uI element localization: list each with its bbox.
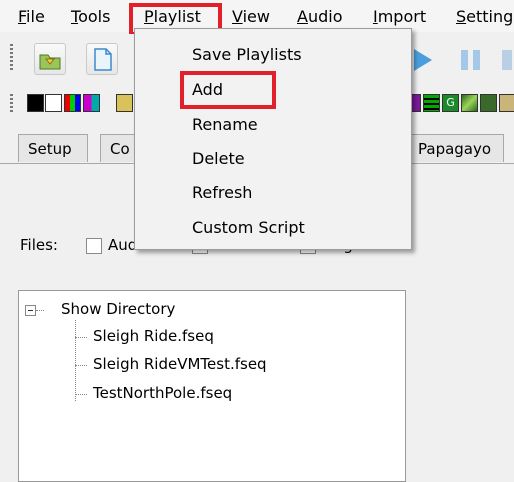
menu-view[interactable]: View — [232, 7, 270, 26]
new-document-icon — [94, 48, 112, 71]
folder-icon — [39, 54, 61, 70]
color-black-swatch[interactable] — [27, 94, 44, 112]
menu-item-delete[interactable]: Delete — [192, 149, 245, 168]
tab-papagayo[interactable]: Papagayo — [408, 134, 504, 162]
tree-item[interactable]: Sleigh RideVMTest.fseq — [93, 355, 267, 373]
tree-connector — [36, 310, 44, 311]
tree-connector — [75, 365, 87, 366]
next-icon[interactable] — [500, 50, 514, 70]
effect-bars-swatch[interactable] — [423, 94, 440, 112]
tree-connector — [75, 337, 87, 338]
tree-root[interactable]: Show Directory — [61, 300, 175, 318]
tree-connector — [75, 394, 87, 395]
menu-item-refresh[interactable]: Refresh — [192, 183, 252, 202]
color-white-swatch[interactable] — [45, 94, 62, 112]
menu-item-custom-script[interactable]: Custom Script — [192, 218, 305, 237]
effect-tan-swatch[interactable] — [499, 94, 514, 112]
open-folder-button[interactable] — [34, 43, 66, 75]
files-label: Files: — [20, 236, 58, 254]
menu-file[interactable]: File — [18, 7, 45, 26]
tree-item[interactable]: TestNorthPole.fseq — [93, 384, 232, 402]
menu-item-save-playlists[interactable]: Save Playlists — [192, 45, 302, 64]
tree-item[interactable]: Sleigh Ride.fseq — [93, 327, 214, 345]
color-effect-swatch[interactable] — [83, 94, 100, 112]
tree-branch-line — [75, 320, 76, 401]
play-icon[interactable] — [412, 47, 434, 73]
toolbar-grip-2[interactable] — [10, 94, 13, 112]
effect-g-swatch[interactable]: G — [442, 94, 459, 112]
playlist-dropdown-menu: Save Playlists Add Rename Delete Refresh… — [134, 28, 412, 250]
effect-green-swatch[interactable] — [480, 94, 497, 112]
menu-settings[interactable]: Setting — [456, 7, 513, 26]
collapse-toggle-icon[interactable] — [25, 305, 36, 316]
show-directory-tree[interactable]: Show Directory Sleigh Ride.fseq Sleigh R… — [18, 290, 406, 482]
rgb-swatch[interactable] — [64, 94, 81, 112]
add-item-highlight — [180, 71, 276, 109]
menu-audio[interactable]: Audio — [297, 7, 342, 26]
menu-tools[interactable]: Tools — [71, 7, 110, 26]
audio-checkbox[interactable] — [86, 238, 102, 254]
new-document-button[interactable] — [86, 43, 118, 75]
effect-swatch[interactable] — [116, 94, 133, 112]
toolbar-grip[interactable] — [10, 44, 13, 72]
effect-tree-swatch[interactable] — [461, 94, 478, 112]
pause-icon[interactable] — [458, 48, 484, 72]
menu-import[interactable]: Import — [373, 7, 426, 26]
tab-setup[interactable]: Setup — [18, 134, 88, 162]
menu-item-rename[interactable]: Rename — [192, 115, 258, 134]
